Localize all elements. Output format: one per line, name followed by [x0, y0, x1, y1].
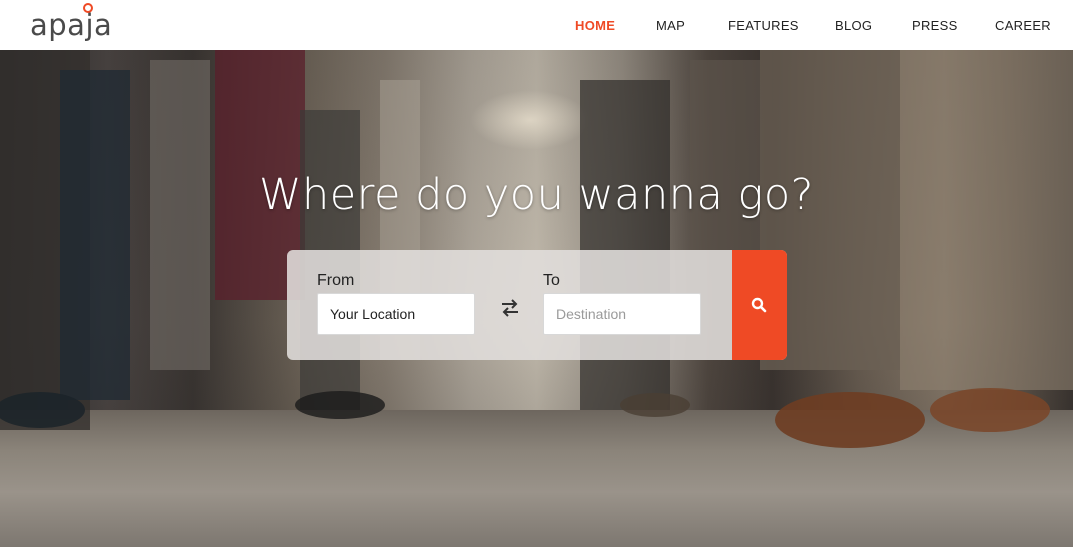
top-navbar: apaja HOME MAP FEATURES BLOG PRESS CAREE… — [0, 0, 1073, 50]
main-nav: HOME MAP FEATURES BLOG PRESS CAREER — [0, 0, 1073, 50]
hero-section: Where do you wanna go? From Your Locatio… — [0, 50, 1073, 547]
nav-item-career[interactable]: CAREER — [995, 18, 1051, 33]
swap-arrows-icon[interactable] — [498, 296, 522, 320]
search-icon — [751, 297, 767, 313]
nav-item-map[interactable]: MAP — [656, 18, 685, 33]
from-input[interactable]: Your Location — [317, 293, 475, 335]
nav-item-features[interactable]: FEATURES — [728, 18, 799, 33]
to-label: To — [543, 272, 560, 289]
nav-item-home[interactable]: HOME — [575, 18, 615, 33]
hero-headline: Where do you wanna go? — [258, 170, 814, 220]
from-label: From — [317, 272, 355, 289]
route-search-panel: From Your Location To Destination — [287, 250, 787, 360]
search-button[interactable] — [732, 250, 787, 360]
nav-item-press[interactable]: PRESS — [912, 18, 958, 33]
destination-input[interactable]: Destination — [543, 293, 701, 335]
nav-item-blog[interactable]: BLOG — [835, 18, 872, 33]
